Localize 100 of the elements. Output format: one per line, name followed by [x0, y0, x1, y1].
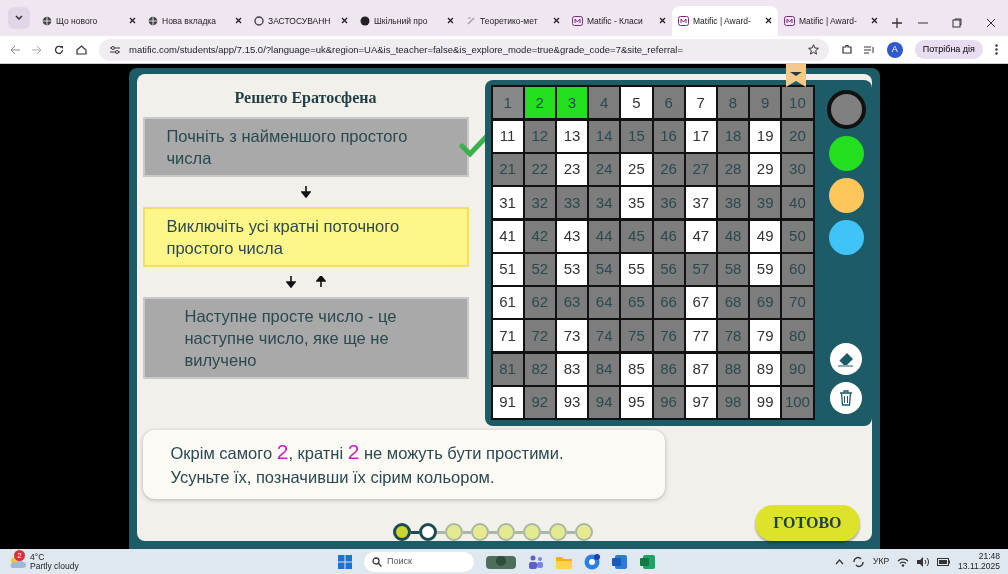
number-cell[interactable]: 29 [750, 154, 781, 185]
number-cell[interactable]: 67 [685, 287, 716, 319]
number-cell[interactable]: 21 [492, 154, 523, 185]
number-cell[interactable]: 69 [750, 287, 781, 319]
number-cell[interactable]: 18 [717, 120, 749, 152]
star-icon[interactable] [807, 44, 819, 56]
number-cell[interactable]: 23 [556, 154, 588, 185]
document-icon[interactable] [612, 553, 628, 570]
number-cell[interactable]: 11 [492, 120, 523, 152]
number-cell[interactable]: 45 [621, 220, 652, 252]
number-cell[interactable]: 57 [685, 253, 716, 285]
people-icon[interactable] [528, 553, 544, 570]
widgets-icon[interactable] [486, 553, 516, 570]
number-cell[interactable]: 46 [653, 220, 684, 252]
close-tab-button[interactable] [235, 17, 242, 25]
number-cell[interactable]: 52 [524, 253, 555, 285]
number-cell[interactable]: 34 [589, 187, 620, 219]
number-cell[interactable]: 72 [524, 320, 555, 352]
number-cell[interactable]: 98 [717, 387, 749, 419]
number-cell[interactable]: 53 [556, 253, 588, 285]
browser-tab[interactable]: Matific | Award- [672, 5, 778, 36]
number-cell[interactable]: 77 [685, 320, 716, 352]
number-cell[interactable]: 95 [621, 387, 652, 419]
number-cell[interactable]: 20 [782, 120, 813, 152]
number-cell[interactable]: 9 [750, 87, 781, 119]
battery-icon[interactable] [937, 557, 951, 566]
number-cell[interactable]: 38 [717, 187, 749, 219]
chevron-up-icon[interactable] [835, 558, 845, 565]
number-cell[interactable]: 35 [621, 187, 652, 219]
number-cell[interactable]: 90 [782, 353, 813, 385]
number-cell[interactable]: 8 [717, 87, 749, 119]
clock-date[interactable]: 13.11.2025 [958, 561, 1000, 572]
number-cell[interactable]: 61 [492, 287, 523, 319]
browser-tab[interactable]: Нова вкладка [142, 5, 248, 36]
number-cell[interactable]: 3 [556, 87, 588, 119]
number-cell[interactable]: 49 [750, 220, 781, 252]
number-cell[interactable]: 13 [556, 120, 588, 152]
number-cell[interactable]: 93 [556, 387, 588, 419]
close-tab-button[interactable] [341, 17, 348, 25]
number-cell[interactable]: 44 [589, 220, 620, 252]
reload-icon[interactable] [54, 44, 64, 55]
clock-time[interactable]: 21:48 [958, 552, 1000, 562]
close-icon[interactable] [986, 17, 996, 28]
number-cell[interactable]: 14 [589, 120, 620, 152]
new-tab-icon[interactable] [892, 17, 902, 28]
number-cell[interactable]: 6 [653, 87, 684, 119]
close-tab-button[interactable] [765, 17, 772, 25]
number-cell[interactable]: 54 [589, 253, 620, 285]
profile-avatar[interactable]: A [886, 41, 903, 58]
number-cell[interactable]: 31 [492, 187, 523, 219]
spreadsheet-icon[interactable] [640, 553, 656, 570]
number-cell[interactable]: 89 [750, 353, 781, 385]
number-cell[interactable]: 30 [782, 154, 813, 185]
browser-tab[interactable]: Теоретико-мет [460, 5, 566, 36]
number-cell[interactable]: 48 [717, 220, 749, 252]
number-cell[interactable]: 39 [750, 187, 781, 219]
number-cell[interactable]: 27 [685, 154, 716, 185]
number-cell[interactable]: 24 [589, 154, 620, 185]
number-cell[interactable]: 99 [750, 387, 781, 419]
close-tab-button[interactable] [659, 17, 666, 25]
browser-tab[interactable]: Шкільний про [354, 5, 460, 36]
tab-list-button[interactable] [8, 6, 30, 29]
color-swatch[interactable] [826, 90, 866, 130]
number-cell[interactable]: 32 [524, 187, 555, 219]
number-cell[interactable]: 62 [524, 287, 555, 319]
number-cell[interactable]: 91 [492, 387, 523, 419]
number-cell[interactable]: 64 [589, 287, 620, 319]
number-cell[interactable]: 7 [685, 87, 716, 119]
number-cell[interactable]: 43 [556, 220, 588, 252]
action-required-button[interactable]: Потрібна дія [914, 39, 983, 60]
search-field[interactable]: Поиск [364, 551, 474, 572]
close-tab-button[interactable] [871, 17, 878, 25]
color-swatch[interactable] [828, 178, 864, 214]
delete-button[interactable] [830, 382, 862, 415]
number-cell[interactable]: 55 [621, 253, 652, 285]
number-cell[interactable]: 12 [524, 120, 555, 152]
language-indicator[interactable]: УКР [873, 555, 890, 569]
site-settings-icon[interactable] [109, 44, 121, 55]
browser-tab[interactable]: Matific - Класи [566, 5, 672, 36]
number-cell[interactable]: 79 [750, 320, 781, 352]
number-cell[interactable]: 10 [782, 87, 813, 119]
number-cell[interactable]: 70 [782, 287, 813, 319]
number-cell[interactable]: 22 [524, 154, 555, 185]
number-cell[interactable]: 80 [782, 320, 813, 352]
wifi-icon[interactable] [897, 556, 910, 567]
number-cell[interactable]: 63 [556, 287, 588, 319]
number-cell[interactable]: 37 [685, 187, 716, 219]
number-cell[interactable]: 87 [685, 353, 716, 385]
eraser-button[interactable] [830, 343, 862, 376]
home-icon[interactable] [76, 44, 87, 55]
number-cell[interactable]: 15 [621, 120, 652, 152]
number-cell[interactable]: 84 [589, 353, 620, 385]
volume-icon[interactable] [917, 556, 930, 567]
media-icon[interactable] [863, 44, 875, 55]
number-cell[interactable]: 74 [589, 320, 620, 352]
number-cell[interactable]: 97 [685, 387, 716, 419]
number-cell[interactable]: 81 [492, 353, 523, 385]
number-cell[interactable]: 56 [653, 253, 684, 285]
number-cell[interactable]: 36 [653, 187, 684, 219]
start-icon[interactable] [338, 554, 352, 569]
